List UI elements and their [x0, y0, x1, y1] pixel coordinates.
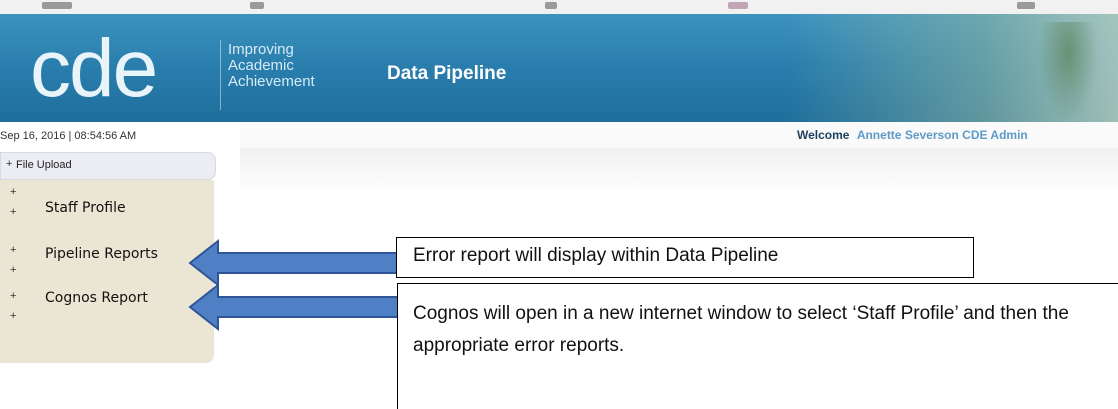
product-title: Data Pipeline [387, 63, 507, 84]
toolbar-fragment [1017, 2, 1035, 9]
left-nav-menu: + File Upload + + + + + + Staff Profile … [0, 152, 216, 367]
welcome-label: Welcome [797, 128, 850, 142]
tagline-line: Improving [228, 41, 294, 58]
banner-tree [1038, 22, 1098, 122]
nav-item-staff-profile[interactable]: Staff Profile [45, 200, 126, 216]
user-name-link[interactable]: Annette Severson CDE Admin [857, 128, 1028, 142]
plus-icon: + [10, 206, 17, 218]
cde-logo[interactable]: cde [30, 28, 158, 110]
tagline-line: Achievement [228, 73, 315, 90]
callout-cognos-report: Cognos will open in a new internet windo… [397, 283, 1118, 409]
callout-pipeline-reports: Error report will display within Data Pi… [396, 237, 974, 278]
left-arrow-icon [188, 238, 401, 288]
content-area [240, 148, 1118, 196]
toolbar-fragment [42, 2, 72, 9]
plus-icon: + [10, 244, 17, 256]
nav-section-label: File Upload [16, 159, 72, 171]
toolbar-fragment [250, 2, 264, 9]
nav-item-cognos-report[interactable]: Cognos Report [45, 290, 148, 306]
left-arrow-icon [188, 282, 401, 332]
tagline-line: Academic [228, 57, 294, 74]
plus-icon: + [10, 290, 17, 302]
plus-icon: + [10, 264, 17, 276]
welcome-message: Welcome Annette Severson CDE Admin [797, 128, 1028, 142]
plus-icon: + [10, 310, 17, 322]
plus-icon: + [6, 158, 13, 170]
nav-section-file-upload[interactable]: + File Upload [0, 152, 216, 180]
current-datetime: Sep 16, 2016 | 08:54:56 AM [0, 130, 137, 142]
nav-item-pipeline-reports[interactable]: Pipeline Reports [45, 246, 158, 262]
tagline: Improving Academic Achievement [228, 42, 315, 90]
logo-divider [220, 40, 221, 110]
toolbar-fragment [545, 2, 557, 9]
toolbar-fragment [728, 2, 748, 9]
browser-toolbar-strip [0, 0, 1118, 15]
plus-icon: + [10, 186, 17, 198]
site-banner: cde Improving Academic Achievement Data … [0, 14, 1118, 122]
